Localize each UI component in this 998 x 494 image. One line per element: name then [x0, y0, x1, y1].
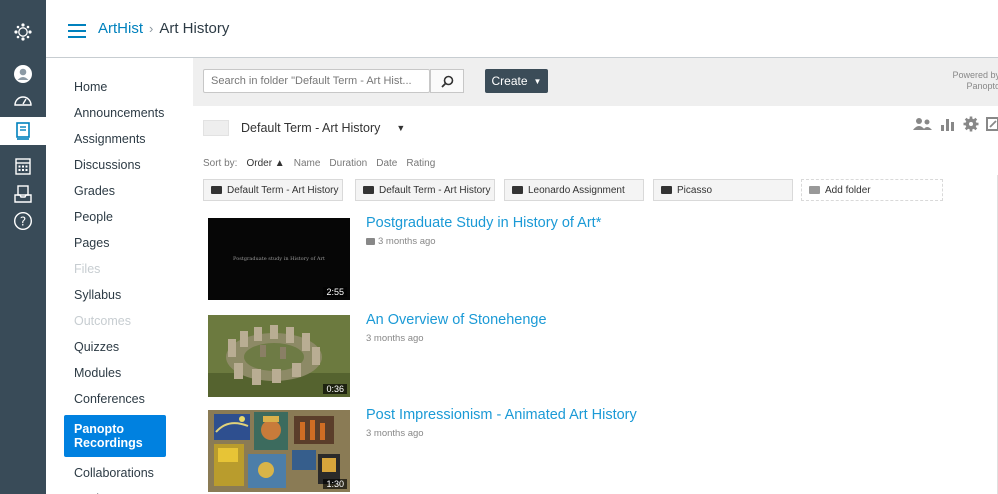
chevron-down-icon: ▼ [533, 76, 542, 86]
folder-actions [913, 116, 998, 132]
sort-option-order[interactable]: Order ▲ [246, 158, 284, 169]
add-folder-button[interactable]: Add folder [801, 179, 943, 201]
help-icon[interactable]: ? [0, 207, 46, 235]
calendar-icon[interactable] [0, 152, 46, 180]
course-nav-item-grades[interactable]: Grades [64, 178, 176, 204]
viewers-icon[interactable] [913, 117, 933, 131]
sort-option-name[interactable]: Name [294, 158, 321, 169]
sort-label: Sort by: [203, 158, 238, 169]
breadcrumb-current: Art History [159, 20, 230, 37]
thumb-caption: Postgraduate study in History of Art [233, 256, 325, 262]
session-title-link[interactable]: Postgraduate Study in History of Art* [366, 215, 601, 231]
search-button[interactable] [430, 69, 464, 93]
create-button[interactable]: Create ▼ [485, 69, 548, 93]
dashboard-icon[interactable] [0, 86, 46, 114]
session-meta: 3 months ago [366, 428, 424, 439]
sort-bar: Sort by: Order ▲ Name Duration Date Rating [203, 158, 435, 169]
subfolder-label: Default Term - Art History ... [379, 184, 495, 196]
session-thumbnail[interactable]: Postgraduate study in History of Art 2:55 [208, 218, 350, 300]
course-nav-item-panopto-recordings[interactable]: Panopto Recordings [64, 415, 166, 457]
stats-icon[interactable] [940, 117, 956, 131]
course-nav-item-files[interactable]: Files [64, 256, 176, 282]
breadcrumb-separator: › [149, 21, 154, 36]
course-nav-item-assignments[interactable]: Assignments [64, 126, 176, 152]
folder-icon [203, 120, 229, 136]
canvas-logo-icon[interactable] [0, 18, 46, 46]
course-nav-item-collaborations[interactable]: Collaborations [64, 460, 176, 486]
session-title-link[interactable]: Post Impressionism - Animated Art Histor… [366, 407, 637, 423]
account-icon[interactable] [0, 60, 46, 88]
sort-option-rating[interactable]: Rating [406, 158, 435, 169]
sort-option-date[interactable]: Date [376, 158, 397, 169]
course-nav-item-announcements[interactable]: Announcements [64, 100, 176, 126]
session-duration: 2:55 [323, 287, 347, 297]
session-title-link[interactable]: An Overview of Stonehenge [366, 312, 547, 328]
course-nav-item-outcomes[interactable]: Outcomes [64, 308, 176, 334]
panopto-toolbar: Search in folder "Default Term - Art His… [193, 58, 998, 106]
session-date: 3 months ago [366, 428, 424, 439]
add-folder-label: Add folder [825, 184, 871, 196]
powered-by-line2: Panopto [966, 81, 998, 92]
course-nav-item-conferences[interactable]: Conferences [64, 386, 176, 412]
course-nav-item-people[interactable]: People [64, 204, 176, 230]
course-nav-item-quizzes[interactable]: Quizzes [64, 334, 176, 360]
menu-toggle-icon[interactable] [68, 24, 86, 38]
search-input[interactable]: Search in folder "Default Term - Art His… [203, 69, 430, 93]
subfolder-item[interactable]: Picasso [653, 179, 793, 201]
course-nav-item-settings[interactable]: Settings [64, 486, 176, 494]
session-duration: 0:36 [323, 384, 347, 394]
add-folder-icon [809, 186, 820, 194]
session-thumbnail[interactable]: 0:36 [208, 315, 350, 397]
sort-option-duration[interactable]: Duration [329, 158, 367, 169]
captions-icon [366, 238, 375, 245]
powered-by-panopto[interactable]: Powered by Panopto [952, 70, 998, 93]
subfolder-item[interactable]: Default Term - Art History ... [355, 179, 495, 201]
folder-selector[interactable]: Default Term - Art History ▼ [203, 116, 405, 140]
folder-icon [363, 186, 374, 194]
subfolder-item[interactable]: Leonardo Assignment [504, 179, 644, 201]
svg-text:?: ? [20, 214, 26, 228]
folder-icon [512, 186, 523, 194]
folder-name: Default Term - Art History [241, 121, 381, 135]
share-icon[interactable] [986, 116, 998, 132]
course-nav-item-syllabus[interactable]: Syllabus [64, 282, 176, 308]
global-nav: ? [0, 0, 46, 494]
course-nav-item-modules[interactable]: Modules [64, 360, 176, 386]
course-nav-item-discussions[interactable]: Discussions [64, 152, 176, 178]
breadcrumb-course-link[interactable]: ArtHist [98, 20, 143, 37]
course-nav-item-home[interactable]: Home [64, 74, 176, 100]
top-bar: ArtHist › Art History [46, 0, 998, 58]
session-date: 3 months ago [378, 236, 436, 247]
subfolder-label: Default Term - Art History ... [227, 184, 343, 196]
folder-icon [211, 186, 222, 194]
session-thumbnail[interactable]: 1:30 [208, 410, 350, 492]
chevron-down-icon: ▼ [396, 123, 406, 133]
session-duration: 1:30 [323, 479, 347, 489]
session-date: 3 months ago [366, 333, 424, 344]
panopto-frame: Search in folder "Default Term - Art His… [193, 58, 998, 494]
subfolder-label: Picasso [677, 184, 713, 196]
search-icon [440, 75, 453, 88]
settings-icon[interactable] [963, 116, 979, 132]
subfolder-item[interactable]: Default Term - Art History ... [203, 179, 343, 201]
course-nav-item-pages[interactable]: Pages [64, 230, 176, 256]
courses-icon[interactable] [0, 117, 46, 145]
session-meta: 3 months ago [366, 236, 436, 247]
subfolder-label: Leonardo Assignment [528, 184, 625, 196]
folder-icon [661, 186, 672, 194]
session-meta: 3 months ago [366, 333, 424, 344]
inbox-icon[interactable] [0, 180, 46, 208]
powered-by-line1: Powered by [952, 70, 998, 80]
breadcrumb: ArtHist › Art History [98, 20, 229, 37]
create-button-label: Create [491, 74, 528, 88]
course-nav: Home Announcements Assignments Discussions G… [64, 74, 176, 494]
